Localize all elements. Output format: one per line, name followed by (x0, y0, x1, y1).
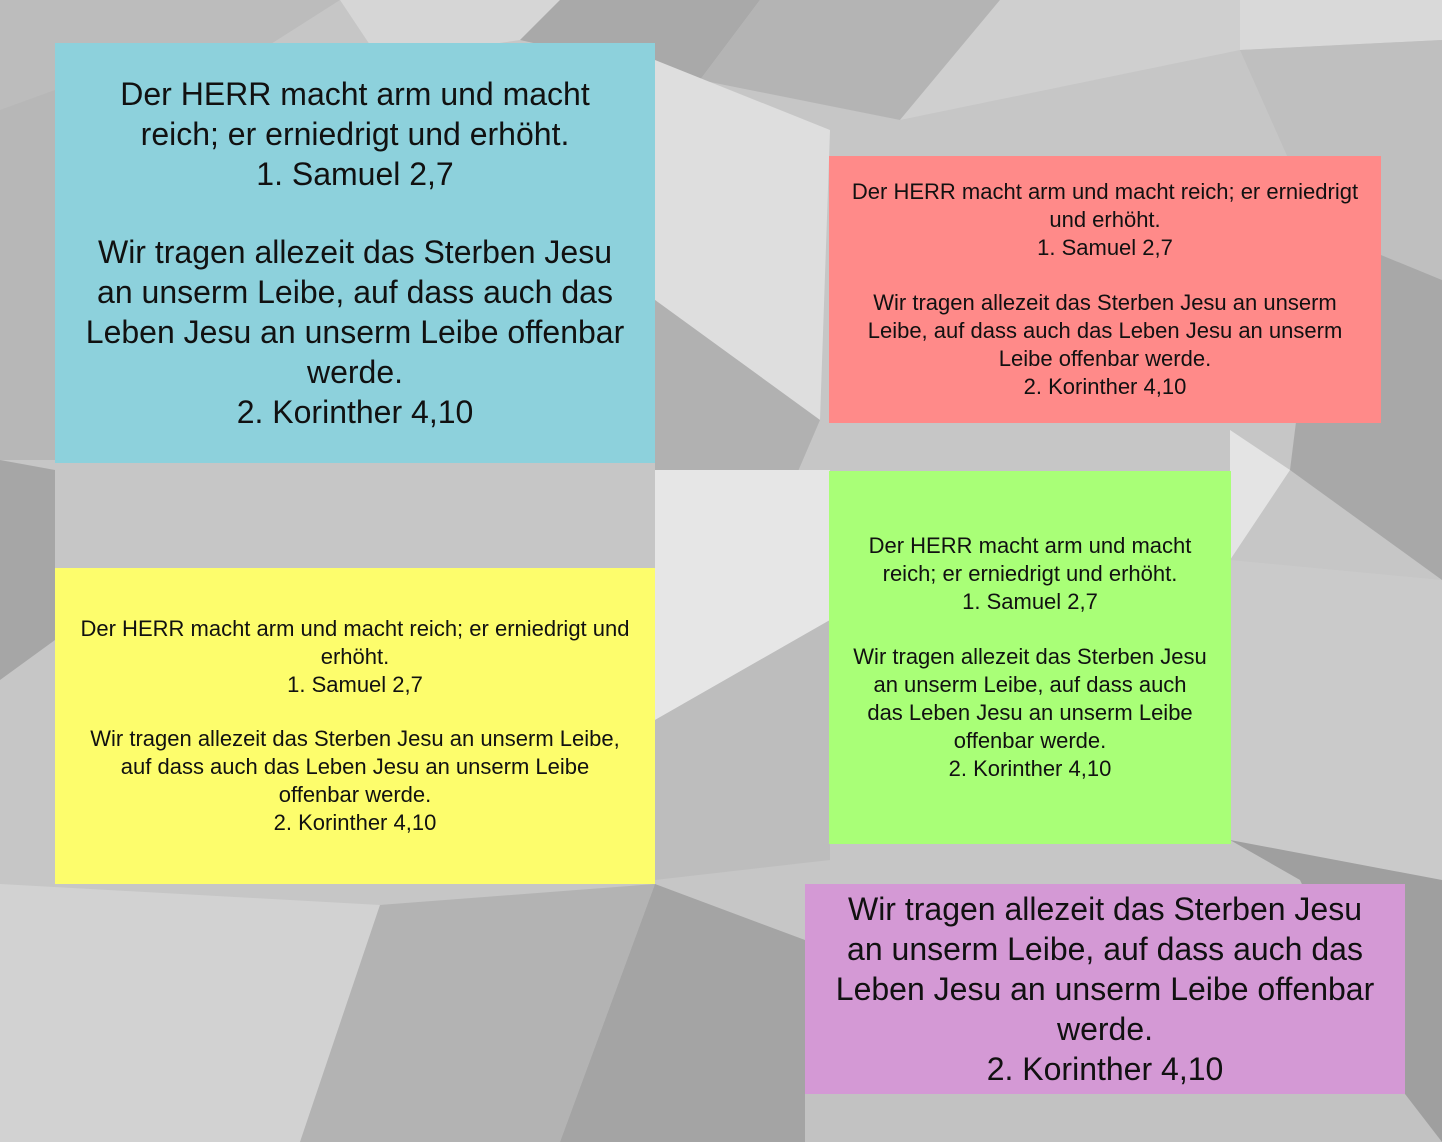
verse-1-reference: 1. Samuel 2,7 (256, 155, 454, 192)
verse-1-text: Der HERR macht arm und macht reich; er e… (851, 179, 1359, 233)
verse-card-yellow: Der HERR macht arm und macht reich; er e… (55, 568, 655, 884)
verse-card-green: Der HERR macht arm und macht reich; er e… (829, 471, 1231, 844)
verse-2-reference: 2. Korinther 4,10 (1023, 373, 1187, 399)
verse-1-reference: 1. Samuel 2,7 (1037, 235, 1173, 261)
verse-2-text: Wir tragen allezeit das Sterben Jesu an … (853, 643, 1207, 753)
verse-2-text: Wir tragen allezeit das Sterben Jesu an … (835, 891, 1375, 1047)
verse-1-text: Der HERR macht arm und macht reich; er e… (868, 533, 1192, 587)
verse-2-reference: 2. Korinther 4,10 (948, 755, 1112, 781)
verse-1-reference: 1. Samuel 2,7 (962, 589, 1098, 615)
verse-2-reference: 2. Korinther 4,10 (236, 394, 474, 431)
verse-card-purple: Wir tragen allezeit das Sterben Jesu an … (805, 884, 1405, 1094)
verse-2-reference: 2. Korinther 4,10 (986, 1051, 1224, 1087)
verse-1-reference: 1. Samuel 2,7 (287, 671, 423, 697)
verse-card-red: Der HERR macht arm und macht reich; er e… (829, 156, 1381, 423)
verse-2-text: Wir tragen allezeit das Sterben Jesu an … (85, 234, 625, 391)
verse-card-blue: Der HERR macht arm und macht reich; er e… (55, 43, 655, 463)
verse-1-text: Der HERR macht arm und macht reich; er e… (120, 75, 590, 152)
verse-2-reference: 2. Korinther 4,10 (273, 810, 437, 836)
verse-1-text: Der HERR macht arm und macht reich; er e… (80, 615, 630, 669)
verse-2-text: Wir tragen allezeit das Sterben Jesu an … (867, 289, 1343, 371)
verse-2-text: Wir tragen allezeit das Sterben Jesu an … (90, 726, 620, 808)
